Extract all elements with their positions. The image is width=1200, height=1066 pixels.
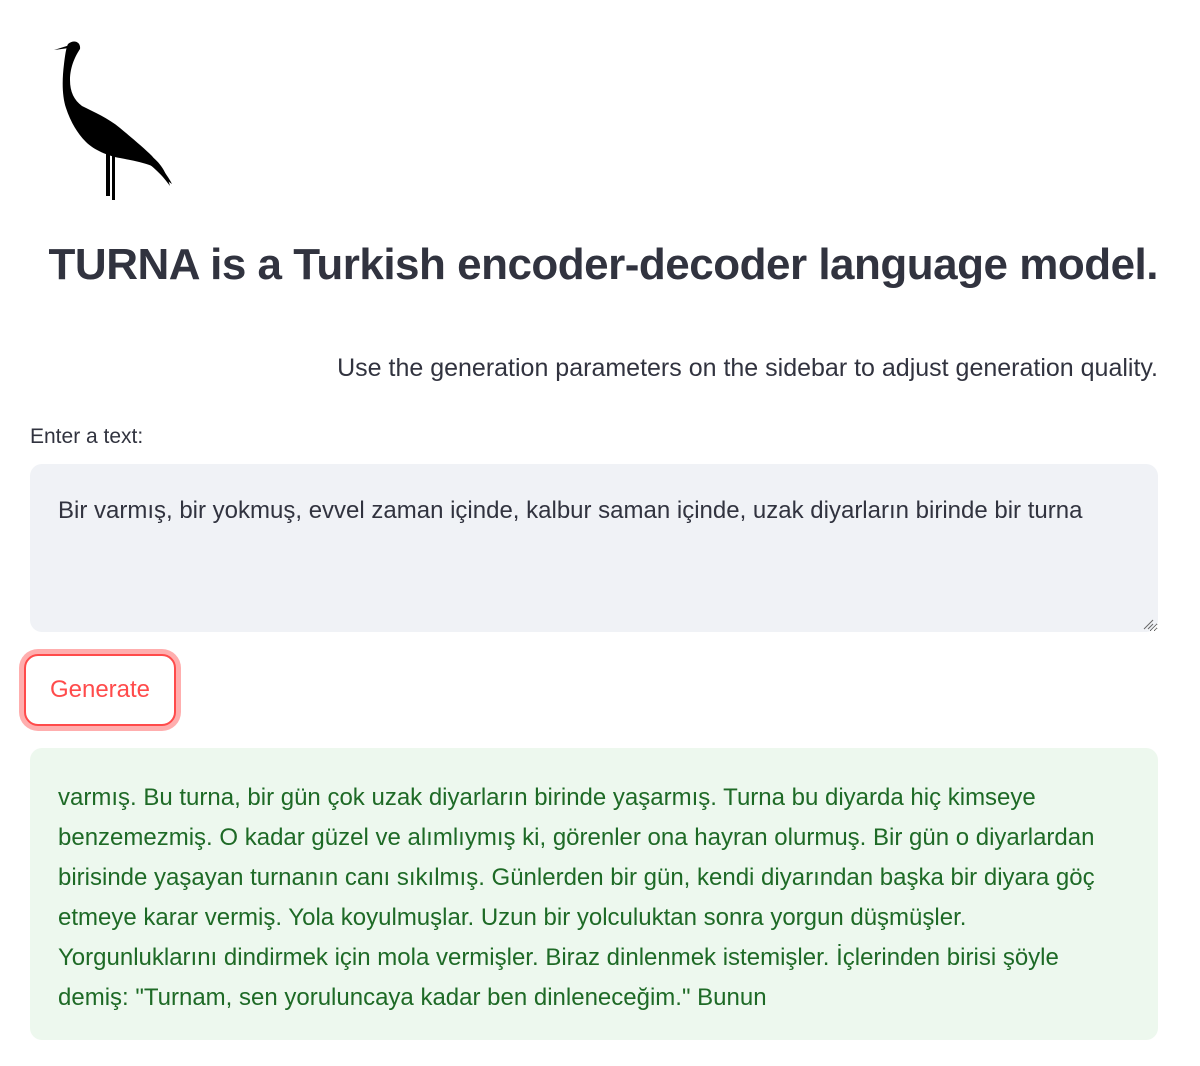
resize-grip-icon[interactable] (1142, 617, 1154, 630)
output-box: varmış. Bu turna, bir gün çok uzak diyar… (30, 748, 1158, 1040)
generate-button[interactable]: Generate (24, 654, 176, 726)
text-input-label: Enter a text: (30, 425, 144, 448)
text-input[interactable] (30, 464, 1158, 632)
page-subtitle: Use the generation parameters on the sid… (337, 354, 1158, 382)
page-title: TURNA is a Turkish encoder-decoder langu… (48, 240, 1159, 289)
generated-text: varmış. Bu turna, bir gün çok uzak diyar… (58, 784, 1095, 1011)
crane-logo-icon (48, 36, 180, 202)
